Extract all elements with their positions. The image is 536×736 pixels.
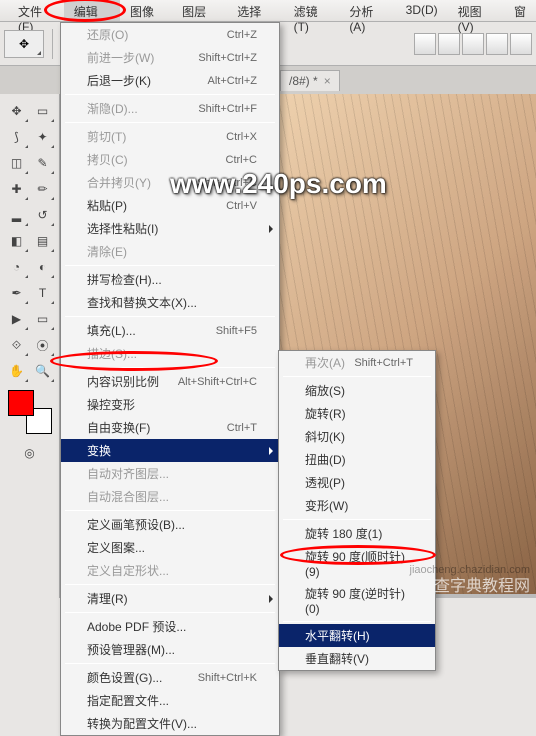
menu-assign-profile[interactable]: 指定配置文件...	[61, 689, 279, 712]
menu-flip-vertical[interactable]: 垂直翻转(V)	[279, 647, 435, 670]
menu-layer[interactable]: 图层(L)	[172, 0, 227, 21]
menu-cut[interactable]: 剪切(T)Ctrl+X	[61, 125, 279, 148]
menu-transform[interactable]: 变换	[61, 439, 279, 462]
gradient-tool[interactable]: ▤	[30, 228, 56, 254]
align-btn-3[interactable]	[462, 33, 484, 55]
menu-spell[interactable]: 拼写检查(H)...	[61, 268, 279, 291]
menu-convert-profile[interactable]: 转换为配置文件(V)...	[61, 712, 279, 735]
watermark-main: www.240ps.com	[170, 168, 387, 200]
menu-rotate-180[interactable]: 旋转 180 度(1)	[279, 522, 435, 545]
menu-3d[interactable]: 3D(D)	[396, 0, 448, 21]
menu-stroke[interactable]: 描边(S)...	[61, 342, 279, 365]
menu-analysis[interactable]: 分析(A)	[339, 0, 395, 21]
menu-pattern[interactable]: 定义图案...	[61, 536, 279, 559]
move-icon: ✥	[19, 37, 29, 51]
align-buttons	[414, 33, 532, 55]
menu-step-forward[interactable]: 前进一步(W)Shift+Ctrl+Z	[61, 46, 279, 69]
menu-again[interactable]: 再次(A)Shift+Ctrl+T	[279, 351, 435, 374]
align-btn-2[interactable]	[438, 33, 460, 55]
menu-undo[interactable]: 还原(O)Ctrl+Z	[61, 23, 279, 46]
menu-color-settings[interactable]: 颜色设置(G)...Shift+Ctrl+K	[61, 666, 279, 689]
menu-preset-manager[interactable]: 预设管理器(M)...	[61, 638, 279, 661]
eyedropper-tool[interactable]: ✎	[30, 150, 56, 176]
stamp-tool[interactable]: ▂	[4, 202, 30, 228]
menu-fade[interactable]: 渐隐(D)...Shift+Ctrl+F	[61, 97, 279, 120]
menu-filter[interactable]: 滤镜(T)	[284, 0, 340, 21]
menu-pdf-presets[interactable]: Adobe PDF 预设...	[61, 615, 279, 638]
color-swatches[interactable]	[8, 390, 52, 434]
menu-brush-preset[interactable]: 定义画笔预设(B)...	[61, 513, 279, 536]
menu-distort[interactable]: 扭曲(D)	[279, 448, 435, 471]
move-tool[interactable]: ✥	[4, 98, 30, 124]
dodge-tool[interactable]: ◐	[30, 254, 56, 280]
3d-tool[interactable]: ⟐	[4, 332, 30, 358]
menu-shape-preset[interactable]: 定义自定形状...	[61, 559, 279, 582]
watermark-footer-url: jiaocheng.chazidian.com	[410, 564, 530, 576]
menu-find[interactable]: 查找和替换文本(X)...	[61, 291, 279, 314]
menu-window[interactable]: 窗	[504, 0, 536, 21]
heal-tool[interactable]: ✚	[4, 176, 30, 202]
menu-scale[interactable]: 缩放(S)	[279, 379, 435, 402]
menu-free-transform[interactable]: 自由变换(F)Ctrl+T	[61, 416, 279, 439]
align-btn-4[interactable]	[486, 33, 508, 55]
menu-paste-special[interactable]: 选择性粘贴(I)	[61, 217, 279, 240]
menu-auto-blend[interactable]: 自动混合图层...	[61, 485, 279, 508]
menu-auto-align[interactable]: 自动对齐图层...	[61, 462, 279, 485]
menu-edit[interactable]: 编辑(E)	[64, 0, 120, 21]
blur-tool[interactable]: ◔	[4, 254, 30, 280]
menu-puppet[interactable]: 操控变形	[61, 393, 279, 416]
menu-rotate[interactable]: 旋转(R)	[279, 402, 435, 425]
marquee-tool[interactable]: ▭	[30, 98, 56, 124]
menu-clear[interactable]: 清除(E)	[61, 240, 279, 263]
edit-dropdown-menu: 还原(O)Ctrl+Z 前进一步(W)Shift+Ctrl+Z 后退一步(K)A…	[60, 22, 280, 736]
active-tool-preset[interactable]: ✥	[4, 30, 44, 58]
align-btn-5[interactable]	[510, 33, 532, 55]
tools-panel: ✥▭ ⟆✦ ◫✎ ✚✏ ▂↺ ◧▤ ◔◐ ✒T ▶▭ ⟐⦿ ✋🔍 ◎	[0, 94, 60, 598]
type-tool[interactable]: T	[30, 280, 56, 306]
align-btn-1[interactable]	[414, 33, 436, 55]
history-brush-tool[interactable]: ↺	[30, 202, 56, 228]
document-tab-label: /8#) *	[289, 74, 318, 88]
close-icon[interactable]: ×	[324, 74, 331, 88]
menu-fill[interactable]: 填充(L)...Shift+F5	[61, 319, 279, 342]
hand-tool[interactable]: ✋	[4, 358, 30, 384]
menu-file[interactable]: 文件(F)	[8, 0, 64, 21]
menu-flip-horizontal[interactable]: 水平翻转(H)	[279, 624, 435, 647]
menu-content-aware[interactable]: 内容识别比例Alt+Shift+Ctrl+C	[61, 370, 279, 393]
menu-select[interactable]: 选择(S)	[227, 0, 283, 21]
transform-submenu: 再次(A)Shift+Ctrl+T 缩放(S) 旋转(R) 斜切(K) 扭曲(D…	[278, 350, 436, 671]
path-select-tool[interactable]: ▶	[4, 306, 30, 332]
eraser-tool[interactable]: ◧	[4, 228, 30, 254]
shape-tool[interactable]: ▭	[30, 306, 56, 332]
zoom-tool[interactable]: 🔍	[30, 358, 56, 384]
crop-tool[interactable]: ◫	[4, 150, 30, 176]
menu-image[interactable]: 图像(I)	[120, 0, 172, 21]
menubar: 文件(F) 编辑(E) 图像(I) 图层(L) 选择(S) 滤镜(T) 分析(A…	[0, 0, 536, 22]
foreground-swatch[interactable]	[8, 390, 34, 416]
menu-warp[interactable]: 变形(W)	[279, 494, 435, 517]
menu-purge[interactable]: 清理(R)	[61, 587, 279, 610]
document-tab[interactable]: /8#) * ×	[280, 70, 340, 91]
brush-tool[interactable]: ✏	[30, 176, 56, 202]
wand-tool[interactable]: ✦	[30, 124, 56, 150]
menu-step-back[interactable]: 后退一步(K)Alt+Ctrl+Z	[61, 69, 279, 92]
menu-skew[interactable]: 斜切(K)	[279, 425, 435, 448]
menu-rotate-90ccw[interactable]: 旋转 90 度(逆时针)(0)	[279, 582, 435, 619]
lasso-tool[interactable]: ⟆	[4, 124, 30, 150]
menu-perspective[interactable]: 透视(P)	[279, 471, 435, 494]
3d-camera-tool[interactable]: ⦿	[30, 332, 56, 358]
menu-view[interactable]: 视图(V)	[448, 0, 504, 21]
pen-tool[interactable]: ✒	[4, 280, 30, 306]
quickmask-toggle[interactable]: ◎	[17, 440, 43, 466]
